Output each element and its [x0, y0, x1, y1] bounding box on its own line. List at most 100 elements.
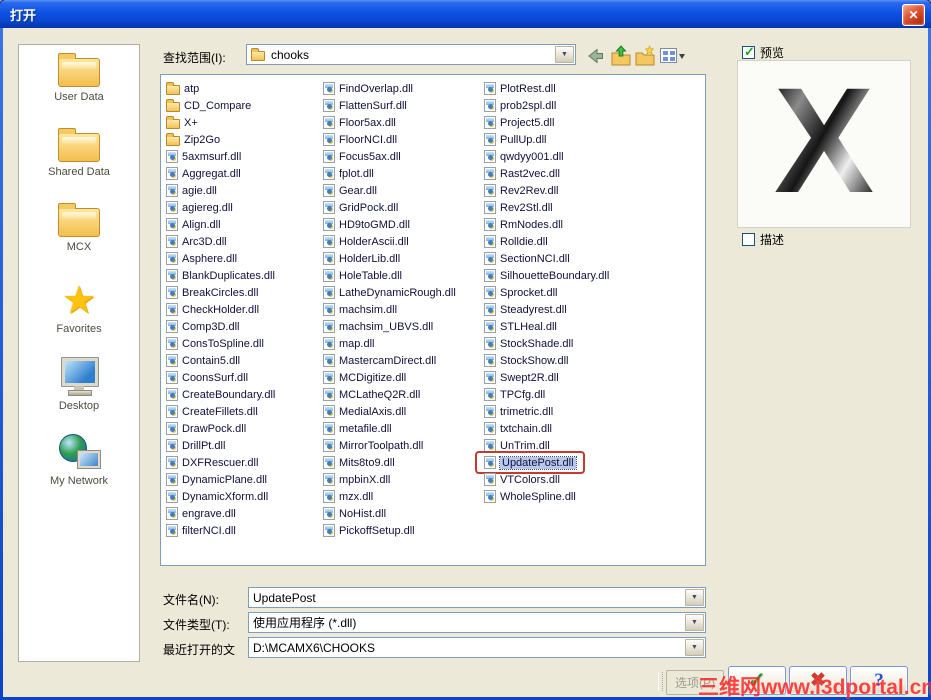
- file-item[interactable]: SilhouetteBoundary.dll: [484, 267, 611, 284]
- file-item[interactable]: FloorNCI.dll: [323, 131, 399, 148]
- file-item[interactable]: UpdatePost.dll: [475, 451, 585, 474]
- file-item[interactable]: Swept2R.dll: [484, 369, 561, 386]
- file-item[interactable]: Rast2vec.dll: [484, 165, 562, 182]
- file-item[interactable]: Align.dll: [166, 216, 223, 233]
- file-item[interactable]: trimetric.dll: [484, 403, 555, 420]
- file-item[interactable]: FlattenSurf.dll: [323, 97, 409, 114]
- file-item[interactable]: metafile.dll: [323, 420, 394, 437]
- file-item[interactable]: Aggregat.dll: [166, 165, 243, 182]
- close-button[interactable]: ✕: [902, 4, 925, 26]
- cancel-button[interactable]: ✖: [789, 666, 847, 695]
- dropdown-arrow-icon[interactable]: ▼: [685, 639, 704, 656]
- file-item[interactable]: Rev2Rev.dll: [484, 182, 561, 199]
- file-item[interactable]: engrave.dll: [166, 505, 238, 522]
- file-item[interactable]: PlotRest.dll: [484, 80, 558, 97]
- file-item[interactable]: map.dll: [323, 335, 376, 352]
- file-item[interactable]: DrawPock.dll: [166, 420, 248, 437]
- new-folder-button[interactable]: [633, 44, 657, 68]
- file-item[interactable]: TPCfg.dll: [484, 386, 547, 403]
- description-checkbox-row[interactable]: 描述: [742, 231, 784, 248]
- file-item[interactable]: CreateBoundary.dll: [166, 386, 277, 403]
- options-button[interactable]: 选项(P): [666, 670, 724, 695]
- file-item[interactable]: ConsToSpline.dll: [166, 335, 266, 352]
- description-checkbox[interactable]: [742, 233, 755, 246]
- file-item[interactable]: atp: [166, 80, 201, 97]
- title-bar[interactable]: 打开 ✕: [0, 0, 931, 28]
- up-one-level-button[interactable]: [609, 44, 633, 68]
- file-item[interactable]: Mits8to9.dll: [323, 454, 397, 471]
- file-item[interactable]: X+: [166, 114, 200, 131]
- file-item[interactable]: HolderLib.dll: [323, 250, 402, 267]
- sidebar-item-mcx[interactable]: MCX: [19, 203, 139, 278]
- file-item[interactable]: Sprocket.dll: [484, 284, 559, 301]
- sidebar-item-shared-data[interactable]: Shared Data: [19, 128, 139, 203]
- file-item[interactable]: CoonsSurf.dll: [166, 369, 250, 386]
- file-item[interactable]: StockShow.dll: [484, 352, 570, 369]
- dropdown-arrow-icon[interactable]: ▼: [685, 589, 704, 606]
- file-item[interactable]: MastercamDirect.dll: [323, 352, 438, 369]
- file-item[interactable]: HD9toGMD.dll: [323, 216, 412, 233]
- dropdown-arrow-icon[interactable]: ▼: [555, 46, 574, 63]
- file-item[interactable]: MCDigitize.dll: [323, 369, 408, 386]
- file-item[interactable]: Zip2Go: [166, 131, 222, 148]
- sidebar-item-desktop[interactable]: Desktop: [19, 353, 139, 428]
- file-item[interactable]: machsim_UBVS.dll: [323, 318, 435, 335]
- file-item[interactable]: Focus5ax.dll: [323, 148, 403, 165]
- file-item[interactable]: Gear.dll: [323, 182, 379, 199]
- file-item[interactable]: HoleTable.dll: [323, 267, 404, 284]
- file-list[interactable]: atp CD_Compare X+ Zip2Go 5axmsurf.dll Aggrega…: [160, 74, 706, 566]
- sidebar-item-my-network[interactable]: My Network: [19, 428, 139, 503]
- recent-files-combobox[interactable]: D:\MCAMX6\CHOOKS ▼: [248, 637, 706, 658]
- file-item[interactable]: PickoffSetup.dll: [323, 522, 417, 539]
- file-item[interactable]: BlankDuplicates.dll: [166, 267, 277, 284]
- file-item[interactable]: CD_Compare: [166, 97, 253, 114]
- file-item[interactable]: mpbinX.dll: [323, 471, 392, 488]
- look-in-combobox[interactable]: chooks ▼: [246, 44, 576, 65]
- file-item[interactable]: Arc3D.dll: [166, 233, 229, 250]
- file-item[interactable]: LatheDynamicRough.dll: [323, 284, 458, 301]
- back-button[interactable]: [584, 44, 608, 68]
- file-item[interactable]: MirrorToolpath.dll: [323, 437, 425, 454]
- file-item[interactable]: mzx.dll: [323, 488, 375, 505]
- file-item[interactable]: FindOverlap.dll: [323, 80, 415, 97]
- file-item[interactable]: CheckHolder.dll: [166, 301, 261, 318]
- views-menu-button[interactable]: [657, 44, 689, 68]
- help-button[interactable]: ?: [850, 666, 908, 695]
- preview-checkbox[interactable]: [742, 44, 755, 60]
- file-item[interactable]: Asphere.dll: [166, 250, 239, 267]
- file-item[interactable]: GridPock.dll: [323, 199, 400, 216]
- file-item[interactable]: Project5.dll: [484, 114, 556, 131]
- file-name-combobox[interactable]: UpdatePost ▼: [248, 587, 706, 608]
- file-item[interactable]: DynamicPlane.dll: [166, 471, 269, 488]
- file-item[interactable]: NoHist.dll: [323, 505, 388, 522]
- file-item[interactable]: BreakCircles.dll: [166, 284, 260, 301]
- file-item[interactable]: Contain5.dll: [166, 352, 242, 369]
- file-item[interactable]: PullUp.dll: [484, 131, 548, 148]
- file-item[interactable]: SectionNCI.dll: [484, 250, 572, 267]
- file-item[interactable]: MedialAxis.dll: [323, 403, 408, 420]
- file-item[interactable]: fplot.dll: [323, 165, 376, 182]
- file-item[interactable]: VTColors.dll: [484, 471, 562, 488]
- file-item[interactable]: UnTrim.dll: [484, 437, 552, 454]
- file-item[interactable]: WholeSpline.dll: [484, 488, 578, 505]
- file-item[interactable]: CreateFillets.dll: [166, 403, 260, 420]
- file-item[interactable]: 5axmsurf.dll: [166, 148, 243, 165]
- file-item[interactable]: Rev2Stl.dll: [484, 199, 555, 216]
- file-item[interactable]: agie.dll: [166, 182, 219, 199]
- file-item[interactable]: DynamicXform.dll: [166, 488, 270, 505]
- file-item[interactable]: RmNodes.dll: [484, 216, 565, 233]
- file-item[interactable]: agiereg.dll: [166, 199, 235, 216]
- file-item[interactable]: Rolldie.dll: [484, 233, 550, 250]
- file-item[interactable]: DrillPt.dll: [166, 437, 227, 454]
- file-item[interactable]: Floor5ax.dll: [323, 114, 398, 131]
- file-item[interactable]: DXFRescuer.dll: [166, 454, 260, 471]
- file-item[interactable]: prob2spl.dll: [484, 97, 558, 114]
- file-item[interactable]: STLHeal.dll: [484, 318, 559, 335]
- file-item[interactable]: txtchain.dll: [484, 420, 554, 437]
- dropdown-arrow-icon[interactable]: ▼: [685, 614, 704, 631]
- file-item[interactable]: machsim.dll: [323, 301, 399, 318]
- preview-checkbox-row[interactable]: 预览: [742, 44, 784, 61]
- file-type-combobox[interactable]: 使用应用程序 (*.dll) ▼: [248, 612, 706, 633]
- file-item[interactable]: Steadyrest.dll: [484, 301, 569, 318]
- ok-button[interactable]: ✓: [728, 666, 786, 695]
